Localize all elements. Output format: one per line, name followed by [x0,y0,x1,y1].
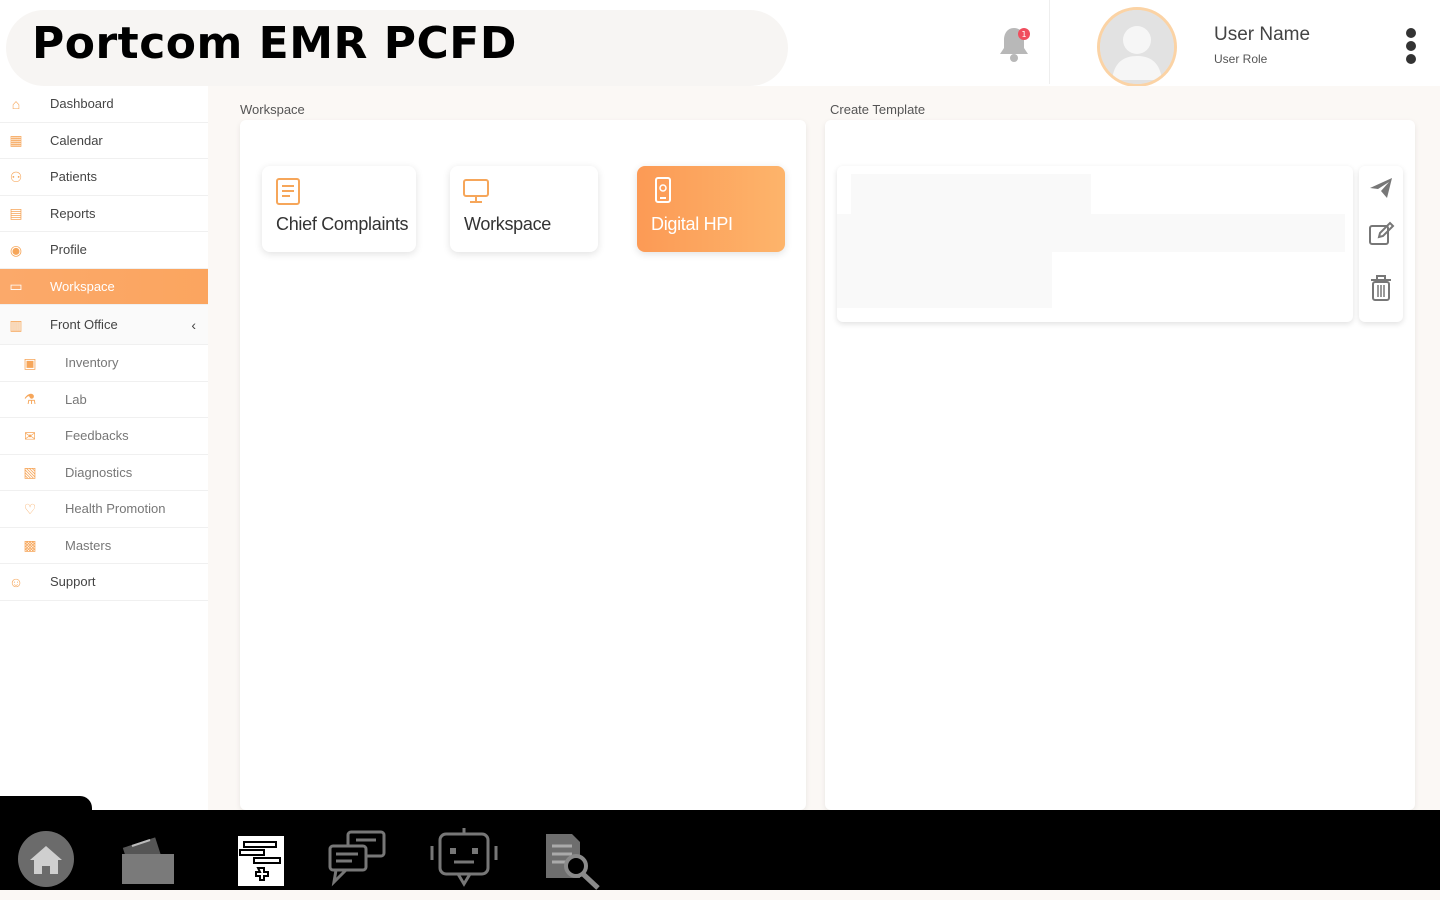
sidebar-item-dashboard[interactable]: ⌂ Dashboard [0,86,208,123]
dock-home-icon[interactable] [16,828,80,890]
sidebar-item-label: Masters [65,537,112,553]
sidebar-item-workspace[interactable]: ▭ Workspace [0,268,208,305]
dock-document-search-icon[interactable] [542,828,606,890]
create-template-panel [825,120,1415,810]
chief-complaints-card[interactable]: Chief Complaints [262,166,416,252]
workspace-section-title: Workspace [240,102,305,117]
inventory-icon: ▣ [23,354,37,371]
monitor-icon: ▭ [9,278,23,295]
trash-icon[interactable] [1367,274,1395,302]
send-icon[interactable] [1367,174,1395,202]
sidebar-item-label: Inventory [65,355,119,371]
monitor-icon [462,176,490,206]
sidebar-item-lab[interactable]: ⚗ Lab [0,382,208,418]
card-label: Chief Complaints [276,214,409,234]
front-office-icon: ▥ [9,316,23,333]
card-label: Workspace [464,214,552,234]
notification-bell-icon[interactable]: 1 [996,24,1032,64]
template-placeholder-line [837,252,1052,308]
avatar[interactable] [1097,7,1177,87]
dock-robot-icon[interactable] [428,828,498,890]
lab-icon: ⚗ [23,391,37,408]
sidebar-item-feedbacks[interactable]: ✉ Feedbacks [0,418,208,455]
sidebar-item-label: Profile [50,242,87,258]
sidebar-item-health-promotion[interactable]: ♡ Health Promotion [0,491,208,528]
sidebar-item-profile[interactable]: ◉ Profile [0,232,208,269]
sidebar-item-masters[interactable]: ▩ Masters [0,528,208,564]
dock-medical-record-icon[interactable] [230,828,294,890]
user-role: User Role [1214,52,1268,66]
patients-icon: ⚇ [9,168,23,185]
profile-icon: ◉ [9,241,23,258]
sidebar-item-label: Diagnostics [65,464,133,480]
health-promotion-icon: ♡ [23,500,37,517]
header-divider [1049,0,1050,84]
sidebar-item-label: Dashboard [50,96,114,112]
bottom-dock [0,810,1440,890]
document-list-icon [274,176,302,206]
sidebar: ⌂ Dashboard ▦ Calendar ⚇ Patients ▤ Repo… [0,86,208,796]
feedback-icon: ✉ [24,427,36,444]
edit-icon[interactable] [1367,220,1395,248]
create-template-section-title: Create Template [830,102,926,117]
diagnostics-icon: ▧ [23,464,37,481]
sidebar-item-label: Front Office [50,317,118,332]
sidebar-item-patients[interactable]: ⚇ Patients [0,159,208,196]
sidebar-item-label: Feedbacks [65,428,129,444]
sidebar-item-inventory[interactable]: ▣ Inventory [0,345,208,382]
card-label: Digital HPI [651,214,733,234]
template-placeholder-line [851,174,1091,214]
sidebar-item-calendar[interactable]: ▦ Calendar [0,123,208,159]
sidebar-item-diagnostics[interactable]: ▧ Diagnostics [0,455,208,491]
sidebar-item-label: Health Promotion [65,501,166,517]
template-editor[interactable] [837,166,1353,322]
user-name: User Name [1214,24,1311,45]
sidebar-item-front-office[interactable]: ▥ Front Office ‹ [0,305,208,345]
app-header: Portcom EMR PCFD 1 User Name User Role [0,0,1440,87]
support-icon: ☺ [8,573,24,590]
sidebar-item-label: Patients [50,169,97,185]
sidebar-item-label: Workspace [50,278,115,294]
calendar-icon: ▦ [9,132,23,149]
masters-icon: ▩ [23,537,37,554]
mobile-device-icon [649,176,677,206]
template-toolbar [1359,166,1403,322]
chevron-left-icon[interactable]: ‹ [191,317,196,333]
main-content: Workspace Chief Complaints Workspace Dig… [208,86,1440,810]
reports-icon: ▤ [9,205,23,222]
workspace-card[interactable]: Workspace [450,166,598,252]
sidebar-item-label: Calendar [50,132,103,148]
app-title: Portcom EMR PCFD [32,18,517,69]
notification-count: 1 [1021,30,1026,39]
sidebar-item-label: Reports [50,205,96,221]
template-placeholder-line [837,214,1345,252]
sidebar-item-reports[interactable]: ▤ Reports [0,196,208,232]
dock-chat-icon[interactable] [326,828,390,890]
digital-hpi-card[interactable]: Digital HPI [637,166,785,252]
sidebar-item-label: Support [50,574,96,590]
sidebar-item-support[interactable]: ☺ Support [0,564,208,601]
dock-folder-icon[interactable] [116,828,180,890]
workspace-panel: Chief Complaints Workspace Digital HPI [240,120,806,810]
home-icon: ⌂ [11,95,21,112]
more-options-icon[interactable] [1400,28,1422,68]
sidebar-item-label: Lab [65,391,87,407]
bottom-strip [0,890,1440,900]
